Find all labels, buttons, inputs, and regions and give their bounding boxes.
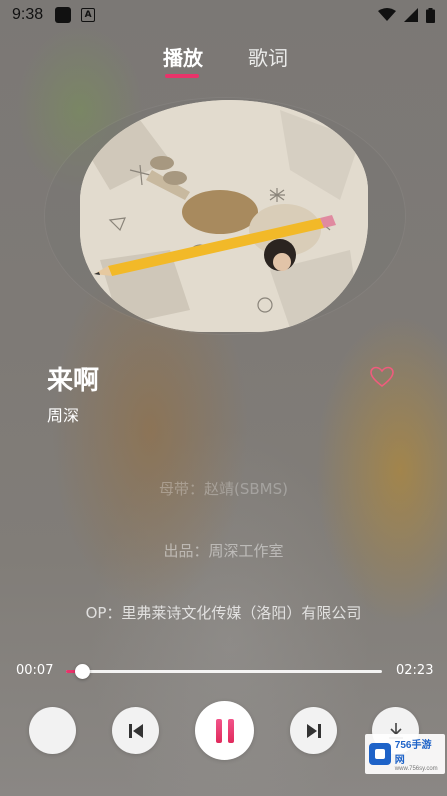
status-bar: 9:38 A: [0, 0, 447, 30]
watermark-text: 756手游网: [394, 740, 432, 766]
current-time: 00:07: [16, 663, 54, 678]
watermark-logo-icon: [369, 743, 391, 765]
album-cover[interactable]: [80, 100, 368, 332]
credit-line: 母带：赵靖(SBMS): [159, 480, 288, 498]
skip-next-icon: [306, 723, 321, 738]
progress-thumb[interactable]: [74, 664, 90, 679]
pause-icon: [215, 718, 234, 743]
credit-line: OP：里弗莱诗文化传媒（洛阳）有限公司: [85, 604, 362, 622]
watermark-url: www.756sy.com: [394, 766, 438, 772]
cell-signal-icon: [404, 8, 418, 22]
album-cover-art: [80, 100, 368, 332]
font-a-icon: A: [81, 8, 96, 22]
status-time: 9:38: [12, 6, 44, 23]
song-title: 来啊: [47, 366, 100, 396]
progress-track[interactable]: [66, 670, 382, 673]
tab-bar: 播放 歌词: [0, 42, 447, 82]
battery-icon: [426, 7, 435, 23]
app-square-icon: [55, 7, 72, 23]
heart-icon[interactable]: [370, 366, 394, 388]
skip-previous-icon: [128, 723, 143, 738]
credit-line: 出品：周深工作室: [163, 542, 284, 560]
play-mode-button[interactable]: [29, 707, 76, 754]
tab-lyrics[interactable]: 歌词: [248, 42, 288, 71]
site-watermark: 756手游网 www.756sy.com: [365, 734, 445, 774]
artist-name[interactable]: 周深: [47, 402, 79, 426]
active-tab-indicator: [165, 74, 199, 78]
next-button[interactable]: [290, 707, 337, 754]
tab-play[interactable]: 播放: [163, 42, 203, 71]
wifi-icon: [378, 8, 396, 21]
total-time: 02:23: [396, 663, 434, 678]
pause-button[interactable]: [195, 701, 254, 760]
previous-button[interactable]: [112, 707, 159, 754]
